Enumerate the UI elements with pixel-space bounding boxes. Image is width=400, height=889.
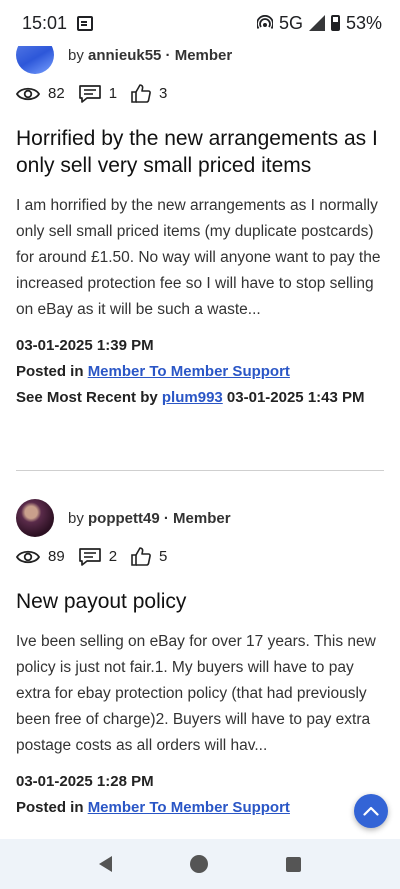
divider: [16, 470, 384, 471]
likes-count: 3: [159, 85, 168, 102]
most-recent-label: See Most Recent by: [16, 389, 162, 406]
avatar[interactable]: [16, 499, 54, 537]
replies-stat: 1: [78, 84, 118, 103]
chevron-up-icon: [363, 806, 379, 816]
status-right: 5G 53%: [256, 12, 382, 34]
post-date: 03-01-2025 1:28 PM: [16, 773, 154, 790]
post-stats: 82 1 3: [16, 84, 384, 103]
signal-icon: [308, 15, 325, 31]
author-prefix: by: [68, 509, 89, 527]
status-bar: 15:01 5G 53%: [0, 0, 400, 46]
scroll-to-top-button[interactable]: [354, 794, 388, 828]
views-stat: 89: [16, 548, 65, 565]
views-stat: 82: [16, 85, 65, 102]
hotspot-icon: [256, 15, 273, 30]
author-row: by poppett49 · Member: [16, 499, 384, 537]
likes-stat: 5: [131, 547, 167, 566]
avatar[interactable]: [16, 46, 54, 74]
message-notification-icon: [77, 15, 94, 31]
views-count: 82: [48, 85, 65, 102]
posted-in-line: Posted in Member To Member Support: [16, 795, 384, 821]
board-link[interactable]: Member To Member Support: [88, 363, 290, 380]
battery-icon: [330, 15, 340, 31]
eye-icon: [16, 550, 40, 563]
author-row: by annieuk55 · Member: [16, 46, 384, 74]
comment-icon: [78, 547, 101, 566]
board-link[interactable]: Member To Member Support: [88, 799, 290, 816]
replies-count: 1: [108, 85, 118, 102]
recent-apps-icon[interactable]: [286, 856, 301, 872]
thumbs-up-icon: [131, 547, 151, 566]
likes-count: 5: [159, 548, 168, 565]
post-stats: 89 2 5: [16, 547, 384, 566]
home-icon[interactable]: [190, 855, 208, 873]
status-time: 15:01: [22, 12, 68, 33]
post-date: 03-01-2025 1:39 PM: [16, 337, 154, 354]
most-recent-line: See Most Recent by plum993 03-01-2025 1:…: [16, 385, 384, 411]
post-title[interactable]: Horrified by the new arrangements as I o…: [16, 125, 384, 179]
post-card[interactable]: by annieuk55 · Member 82 1 3 Horrified b…: [16, 46, 384, 411]
likes-stat: 3: [131, 84, 167, 103]
thumbs-up-icon: [131, 84, 151, 103]
post-meta: 03-01-2025 1:39 PM Posted in Member To M…: [16, 333, 384, 411]
replies-stat: 2: [78, 547, 118, 566]
eye-icon: [16, 87, 40, 100]
author-role: · Member: [161, 46, 233, 64]
comment-icon: [78, 84, 101, 103]
post-meta: 03-01-2025 1:28 PM Posted in Member To M…: [16, 769, 384, 821]
author-line: by annieuk55 · Member: [68, 47, 232, 64]
posted-in-label: Posted in: [16, 363, 88, 380]
posted-in-label: Posted in: [16, 799, 88, 816]
post-excerpt: I am horrified by the new arrangements a…: [16, 197, 381, 318]
battery-level: 53%: [345, 12, 382, 33]
replies-count: 2: [108, 548, 118, 565]
recent-user-link[interactable]: plum993: [162, 389, 223, 406]
recent-date: 03-01-2025 1:43 PM: [222, 389, 365, 406]
post-title[interactable]: New payout policy: [16, 588, 384, 615]
author-name[interactable]: annieuk55: [88, 47, 161, 64]
system-nav-bar: [0, 839, 400, 889]
thread-list[interactable]: by annieuk55 · Member 82 1 3 Horrified b…: [0, 46, 400, 839]
views-count: 89: [48, 548, 65, 565]
author-prefix: by: [68, 46, 89, 64]
back-icon[interactable]: [99, 856, 112, 872]
network-type: 5G: [278, 12, 303, 33]
author-role: · Member: [159, 509, 231, 527]
post-card[interactable]: by poppett49 · Member 89 2 5 New payout …: [16, 499, 384, 821]
post-excerpt: Ive been selling on eBay for over 17 yea…: [16, 633, 376, 754]
author-name[interactable]: poppett49: [88, 510, 160, 527]
author-line: by poppett49 · Member: [68, 510, 231, 527]
posted-in-line: Posted in Member To Member Support: [16, 359, 384, 385]
